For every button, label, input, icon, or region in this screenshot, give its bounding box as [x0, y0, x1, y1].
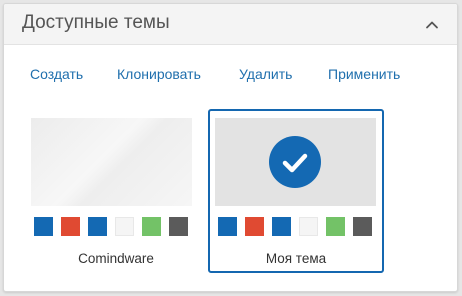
panel-title: Доступные темы — [22, 12, 170, 33]
color-swatch — [326, 217, 345, 236]
color-swatch — [169, 217, 188, 236]
color-swatch — [142, 217, 161, 236]
delete-button[interactable]: Удалить — [239, 66, 292, 82]
panel-header: Доступные темы — [4, 4, 457, 45]
theme-swatches — [34, 217, 189, 237]
apply-button[interactable]: Применить — [328, 66, 400, 82]
color-swatch — [115, 217, 134, 236]
color-swatch — [272, 217, 291, 236]
theme-preview — [215, 118, 376, 206]
create-button[interactable]: Создать — [30, 66, 83, 82]
chevron-up-icon[interactable] — [421, 14, 443, 36]
color-swatch — [88, 217, 107, 236]
theme-card-my-theme[interactable]: Моя тема — [208, 109, 384, 273]
color-swatch — [245, 217, 264, 236]
available-themes-panel: Доступные темы Создать Клонировать Удали… — [3, 3, 458, 292]
theme-name: Моя тема — [265, 251, 327, 266]
check-circle-icon — [269, 136, 321, 188]
color-swatch — [61, 217, 80, 236]
theme-swatches — [218, 217, 373, 237]
theme-preview — [31, 118, 192, 206]
color-swatch — [218, 217, 237, 236]
color-swatch — [353, 217, 372, 236]
color-swatch — [299, 217, 318, 236]
clone-button[interactable]: Клонировать — [117, 66, 201, 82]
theme-card-comindware[interactable]: Comindware — [30, 115, 202, 275]
theme-toolbar: Создать Клонировать Удалить Применить — [4, 66, 457, 86]
color-swatch — [34, 217, 53, 236]
theme-name: Comindware — [78, 251, 154, 266]
